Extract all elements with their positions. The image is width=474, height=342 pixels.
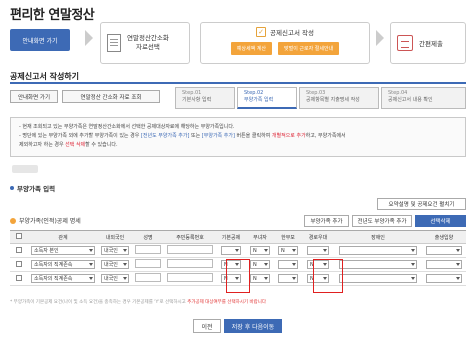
single-parent-select[interactable]: N <box>278 246 298 255</box>
birth-select[interactable] <box>426 246 462 255</box>
bullet-icon <box>10 186 14 190</box>
document-icon <box>107 34 121 52</box>
ssn-field[interactable] <box>167 259 213 268</box>
ssn-field[interactable] <box>167 245 213 254</box>
step-deduction-form[interactable]: ✓ 공제신고서 작성 예상세액 계산 맞벌이 근로자 절세안내 <box>200 22 370 64</box>
highlight-elder <box>313 259 343 293</box>
single-parent-select[interactable] <box>278 260 298 269</box>
footnote: * 부양가족이 기본공제 요건(나이 및 소득 요건)을 충족하는 경우 기본공… <box>10 300 266 305</box>
guide-page-button[interactable]: 안내화면 가기 <box>10 29 70 51</box>
prev-button[interactable]: 이전 <box>193 319 221 333</box>
step-main-label: 공제신고서 작성 <box>270 29 314 37</box>
add-prev-dependent-button[interactable]: 전년도 부양가족 추가 <box>352 215 412 227</box>
sub-title: 부양가족 입력 <box>10 183 55 193</box>
delete-selected-button[interactable]: 선택삭제 <box>415 215 466 227</box>
single-parent-select[interactable] <box>278 274 298 283</box>
name-field[interactable] <box>135 259 161 268</box>
disabled-select[interactable] <box>339 246 417 255</box>
chip-dual-income[interactable]: 맞벌이 근로자 절세안내 <box>278 42 340 55</box>
name-field[interactable] <box>135 245 161 254</box>
relation-select[interactable]: 소득자 본인 <box>31 246 95 255</box>
notice-box: - 현재 조회되고 있는 부양가족은 연말정산간소화에서 선택한 공제대상자료에… <box>10 117 466 157</box>
step-arrow-icon <box>85 30 93 46</box>
woman-select[interactable]: N <box>250 260 270 269</box>
tab-step-1[interactable]: Step.01 기본사항 입력 <box>175 87 235 109</box>
woman-select[interactable]: N <box>250 274 270 283</box>
ssn-field[interactable] <box>167 273 213 282</box>
birth-select[interactable] <box>426 274 462 283</box>
highlight-basic-deduction <box>226 259 250 293</box>
tab-step-4[interactable]: Step.04 공제신고서 내용 확인 <box>381 87 466 109</box>
row-checkbox[interactable] <box>16 246 22 253</box>
row-checkbox[interactable] <box>16 260 22 267</box>
page-title: 편리한 연말정산 <box>10 8 95 23</box>
relation-select[interactable]: 소득자의 직계존속 <box>31 260 95 269</box>
step-simple-submit[interactable]: 간편제출 <box>390 22 466 64</box>
blurred-user-name <box>12 165 38 173</box>
simple-data-lookup-button[interactable]: 연말정산 간소화 자료 조회 <box>62 90 160 103</box>
nation-select[interactable]: 내국인 <box>101 260 129 269</box>
step-doc-label: 연말정산간소화 자료선택 <box>127 34 169 51</box>
info-icon <box>10 217 16 224</box>
submit-icon <box>397 35 413 51</box>
table-label: 부양가족(인적)공제 명세 <box>10 216 81 225</box>
relation-select[interactable]: 소득자의 직계존속 <box>31 274 95 283</box>
tab-step-2[interactable]: Step.02 부양가족 입력 <box>237 87 297 109</box>
checklist-icon: ✓ <box>256 27 267 37</box>
disabled-select[interactable] <box>339 260 417 269</box>
tab-step-3[interactable]: Step.03 공제항목별 지출명세 작성 <box>299 87 379 109</box>
section-divider <box>10 82 466 84</box>
table-row: 소득자 본인 내국인 N N <box>10 243 466 258</box>
woman-select[interactable]: N <box>250 246 270 255</box>
section-title: 공제신고서 작성하기 <box>10 72 80 81</box>
step-doc-select[interactable]: 연말정산간소화 자료선택 <box>100 22 190 64</box>
guide-button[interactable]: 안내화면 가기 <box>10 90 58 103</box>
name-field[interactable] <box>135 273 161 282</box>
chip-tax-estimate[interactable]: 예상세액 계산 <box>230 42 272 55</box>
birth-select[interactable] <box>426 260 462 269</box>
add-dependent-button[interactable]: 부양가족 추가 <box>304 215 349 227</box>
save-next-button[interactable]: 저장 후 다음이동 <box>224 319 282 333</box>
header-check <box>10 230 28 244</box>
expand-guide-button[interactable]: 요약설명 및 공제요건 펼치기 <box>377 198 466 210</box>
elder-select[interactable] <box>307 246 329 255</box>
step-arrow-icon <box>376 30 384 46</box>
basic-deduction-select[interactable] <box>221 246 241 255</box>
disabled-select[interactable] <box>339 274 417 283</box>
row-checkbox[interactable] <box>16 274 22 281</box>
nation-select[interactable]: 내국인 <box>101 274 129 283</box>
nation-select[interactable]: 내국인 <box>101 246 129 255</box>
select-all-checkbox[interactable] <box>16 233 22 239</box>
